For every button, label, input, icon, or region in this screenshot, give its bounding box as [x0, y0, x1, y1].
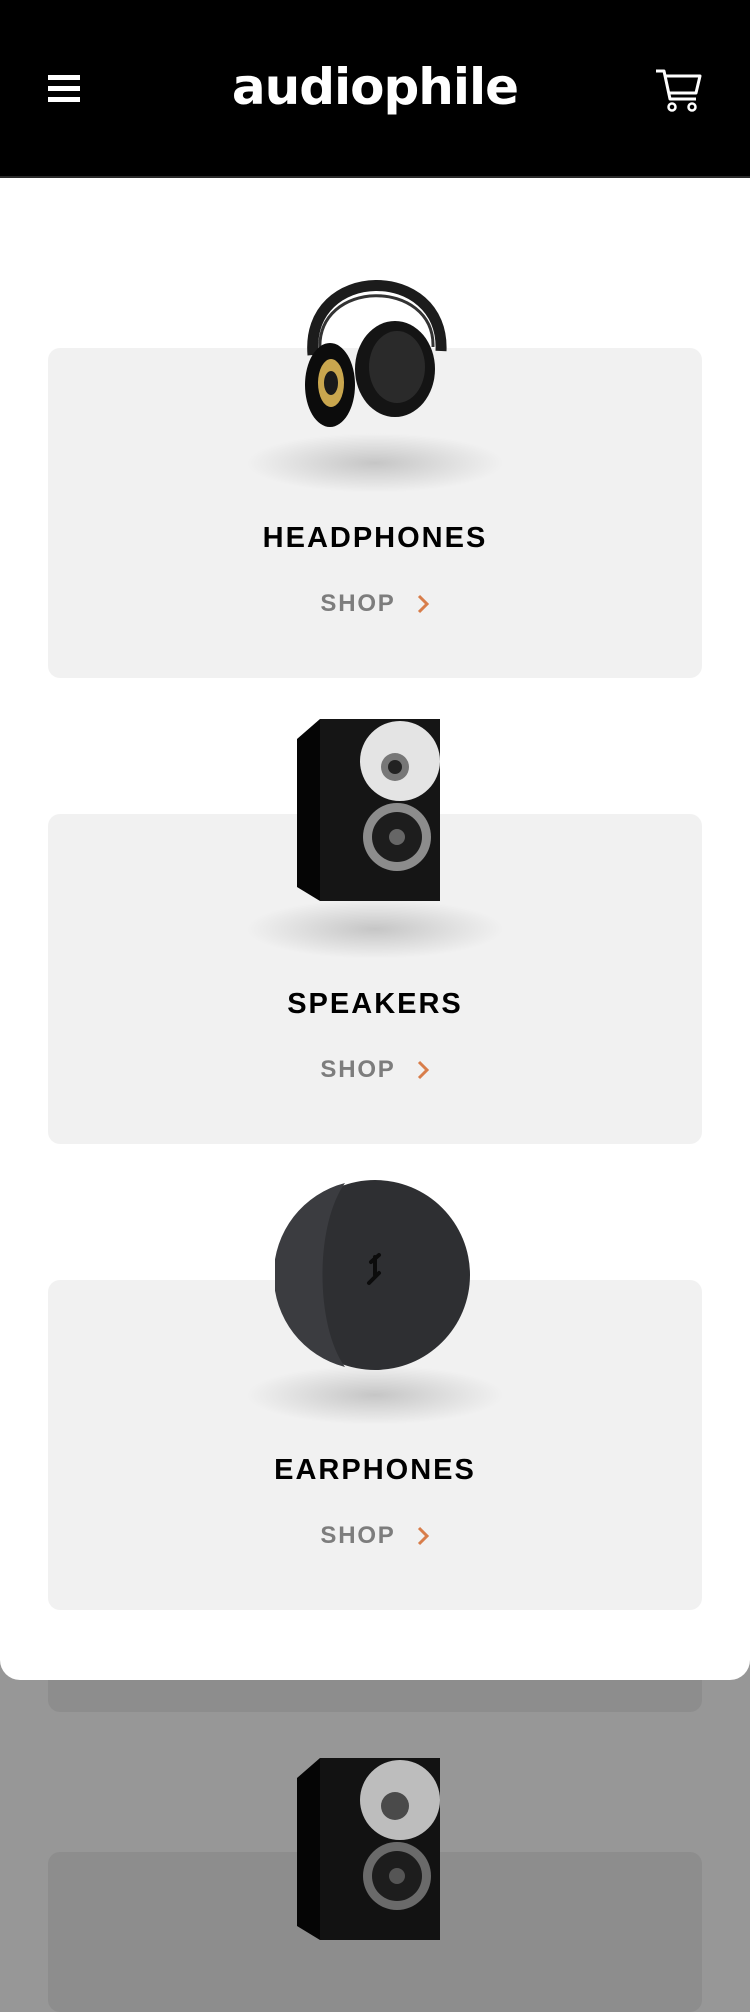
shop-link[interactable]: SHOP — [48, 1056, 702, 1084]
chevron-right-icon — [417, 1060, 429, 1080]
shop-link[interactable]: SHOP — [48, 1522, 702, 1550]
category-menu-overlay: HEADPHONES SHOP SPEAKERS SHOP EARPHONES … — [0, 178, 750, 1680]
shop-label: SHOP — [320, 1522, 396, 1549]
category-title: SPEAKERS — [287, 988, 463, 1020]
category-card-earphones[interactable]: EARPHONES SHOP — [48, 1180, 702, 1610]
shop-link[interactable]: SHOP — [48, 590, 702, 618]
speaker-image — [297, 719, 440, 901]
headphones-image — [305, 280, 447, 427]
category-title: EARPHONES — [274, 1454, 476, 1486]
site-header: audiophile — [0, 0, 750, 178]
category-title: HEADPHONES — [262, 522, 488, 554]
earphones-image — [275, 1180, 470, 1370]
category-card-speakers[interactable]: SPEAKERS SHOP — [48, 719, 702, 1144]
shop-label: SHOP — [320, 1056, 396, 1083]
chevron-right-icon — [417, 594, 429, 614]
site-logo[interactable]: audiophile — [0, 52, 750, 122]
cart-icon[interactable] — [654, 67, 702, 113]
speaker-image — [297, 1758, 440, 1940]
shop-label: SHOP — [320, 590, 396, 617]
chevron-right-icon — [417, 1526, 429, 1546]
category-card-headphones[interactable]: HEADPHONES SHOP — [48, 280, 702, 678]
